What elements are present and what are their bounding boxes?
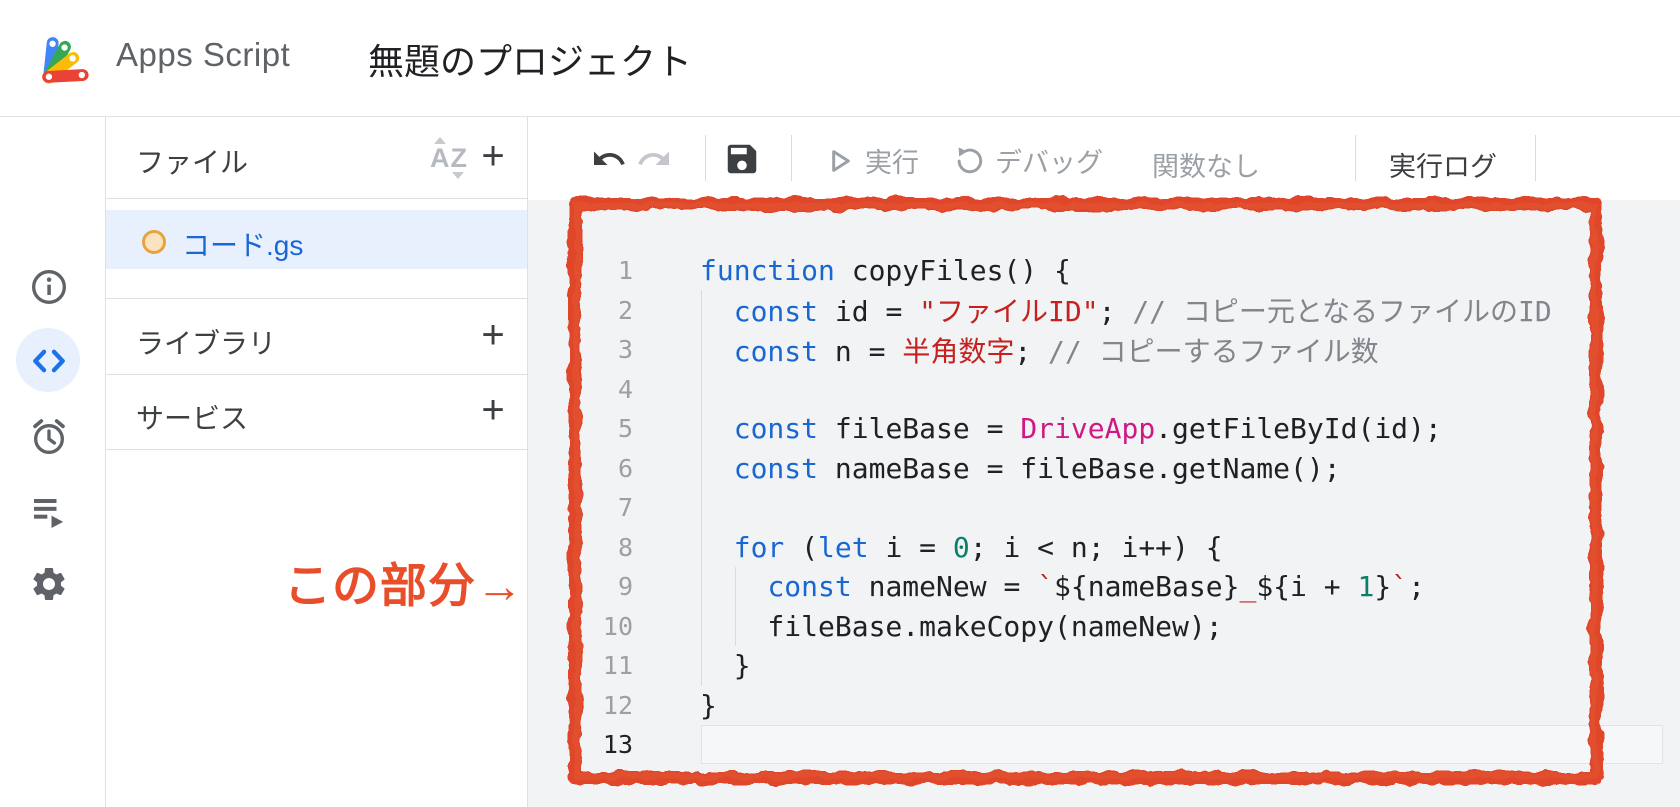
run-label: 実行 bbox=[865, 141, 919, 180]
debug-button[interactable]: デバッグ bbox=[953, 141, 1103, 180]
toolbar-divider bbox=[1535, 135, 1536, 181]
code-line-content: fileBase.makeCopy(nameNew); bbox=[700, 610, 1223, 643]
info-icon[interactable] bbox=[29, 267, 69, 307]
app-header: Apps Script 無題のプロジェクト bbox=[0, 0, 1680, 117]
code-editor[interactable]: 1 function copyFiles() { 2 const id = "ファイ… bbox=[527, 200, 1680, 807]
editor-toolbar: 実行 デバッグ 関数なし 実行ログ bbox=[527, 117, 1680, 201]
file-panel: ファイル AZ + コード.gs ライブラリ + サービス + この部分→ bbox=[106, 117, 527, 807]
libraries-label: ライブラリ bbox=[136, 322, 276, 362]
code-line-content: } bbox=[700, 689, 717, 722]
line-number[interactable]: 4 bbox=[528, 375, 633, 404]
function-select-label: 関数なし bbox=[1152, 145, 1260, 184]
code-line[interactable]: 5 const fileBase = DriveApp.getFileById(… bbox=[528, 409, 1680, 449]
line-number[interactable]: 7 bbox=[528, 493, 633, 522]
redo-icon[interactable] bbox=[636, 141, 672, 177]
services-section: サービス + bbox=[106, 374, 527, 450]
code-line[interactable]: 7 bbox=[528, 488, 1680, 528]
code-line-content: const id = "ファイルID"; // コピー元となるファイルのID bbox=[700, 290, 1552, 330]
code-line-content: const nameBase = fileBase.getName(); bbox=[700, 452, 1341, 485]
line-number[interactable]: 2 bbox=[528, 296, 633, 325]
line-number[interactable]: 11 bbox=[528, 651, 633, 680]
toolbar-divider bbox=[705, 135, 706, 181]
project-title[interactable]: 無題のプロジェクト bbox=[368, 33, 692, 85]
undo-icon[interactable] bbox=[591, 141, 627, 177]
toolbar-divider bbox=[1355, 135, 1356, 181]
code-line[interactable]: 9 const nameNew = `${nameBase}_${i + 1}`… bbox=[528, 567, 1680, 607]
code-editor-icon[interactable] bbox=[29, 341, 69, 381]
red-annotation-text: この部分→ bbox=[106, 547, 524, 616]
line-number[interactable]: 12 bbox=[528, 691, 633, 720]
code-line[interactable]: 2 const id = "ファイルID"; // コピー元となるファイルのID bbox=[528, 291, 1680, 331]
code-line-content: const nameNew = `${nameBase}_${i + 1}`; bbox=[700, 570, 1425, 603]
code-line[interactable]: 11 } bbox=[528, 646, 1680, 686]
line-number[interactable]: 8 bbox=[528, 533, 633, 562]
line-number[interactable]: 9 bbox=[528, 572, 633, 601]
code-line-content: const fileBase = DriveApp.getFileById(id… bbox=[700, 412, 1442, 445]
toolbar-divider bbox=[791, 135, 792, 181]
line-number[interactable]: 1 bbox=[528, 256, 633, 285]
left-icon-rail bbox=[0, 117, 106, 807]
code-lines: 1 function copyFiles() { 2 const id = "ファイ… bbox=[528, 251, 1680, 765]
save-icon[interactable] bbox=[723, 140, 761, 178]
add-service-button[interactable]: + bbox=[471, 389, 515, 433]
debug-icon bbox=[953, 145, 985, 177]
libraries-section: ライブラリ + bbox=[106, 298, 527, 375]
execution-log-button[interactable]: 実行ログ bbox=[1389, 145, 1497, 184]
files-header-label: ファイル bbox=[136, 141, 248, 181]
code-line[interactable]: 12} bbox=[528, 686, 1680, 726]
add-file-button[interactable]: + bbox=[471, 135, 515, 179]
debug-label: デバッグ bbox=[995, 141, 1103, 180]
code-line-content: for (let i = 0; i < n; i++) { bbox=[700, 531, 1223, 564]
app-name: Apps Script bbox=[116, 36, 290, 74]
code-line[interactable]: 4 bbox=[528, 370, 1680, 410]
unsaved-dot-icon bbox=[142, 230, 166, 254]
executions-list-icon[interactable] bbox=[29, 492, 69, 532]
line-number[interactable]: 13 bbox=[528, 730, 633, 759]
line-number[interactable]: 3 bbox=[528, 335, 633, 364]
file-item-code-gs[interactable]: コード.gs bbox=[106, 210, 527, 269]
play-icon bbox=[823, 145, 855, 177]
caret-down-icon bbox=[452, 172, 464, 179]
add-library-button[interactable]: + bbox=[471, 314, 515, 358]
code-line-content: const n = 半角数字; // コピーするファイル数 bbox=[700, 330, 1379, 370]
settings-gear-icon[interactable] bbox=[29, 564, 69, 604]
function-select[interactable]: 関数なし bbox=[1152, 145, 1260, 184]
clock-triggers-icon[interactable] bbox=[29, 417, 69, 457]
code-line[interactable]: 13 bbox=[528, 725, 1680, 765]
files-section-header: ファイル AZ + bbox=[106, 117, 527, 199]
line-number[interactable]: 10 bbox=[528, 612, 633, 641]
file-name: コード.gs bbox=[182, 224, 303, 264]
run-button[interactable]: 実行 bbox=[823, 141, 919, 180]
code-line-content: function copyFiles() { bbox=[700, 254, 1071, 287]
line-number[interactable]: 6 bbox=[528, 454, 633, 483]
code-line[interactable]: 10 fileBase.makeCopy(nameNew); bbox=[528, 607, 1680, 647]
az-sort-icon[interactable]: AZ bbox=[426, 135, 472, 181]
code-line[interactable]: 8 for (let i = 0; i < n; i++) { bbox=[528, 528, 1680, 568]
services-label: サービス bbox=[136, 397, 248, 437]
code-line[interactable]: 1 function copyFiles() { bbox=[528, 251, 1680, 291]
code-line[interactable]: 6 const nameBase = fileBase.getName(); bbox=[528, 449, 1680, 489]
code-line[interactable]: 3 const n = 半角数字; // コピーするファイル数 bbox=[528, 330, 1680, 370]
apps-script-logo[interactable] bbox=[36, 26, 102, 90]
line-number[interactable]: 5 bbox=[528, 414, 633, 443]
caret-up-icon bbox=[434, 137, 446, 144]
code-line-content: } bbox=[700, 649, 751, 682]
execution-log-label: 実行ログ bbox=[1389, 145, 1497, 184]
